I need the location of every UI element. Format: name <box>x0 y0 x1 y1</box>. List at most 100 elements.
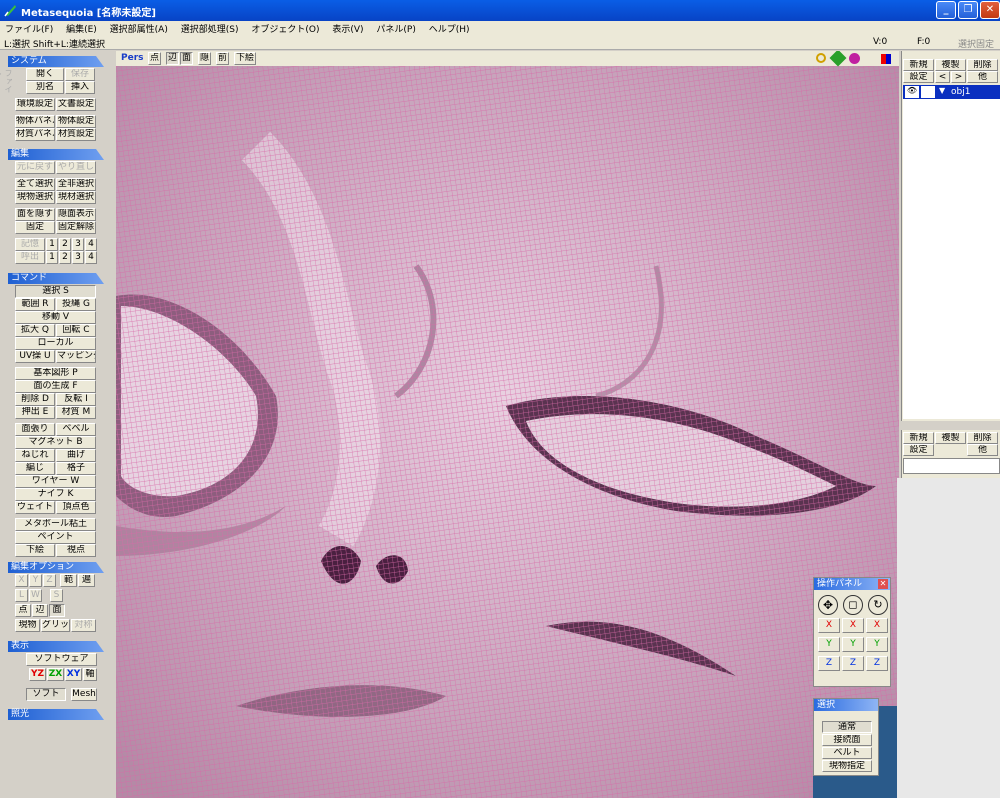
flip-tool-button[interactable]: 反転 I <box>56 393 96 406</box>
menu-attr[interactable]: 選択部属性(A) <box>105 21 173 36</box>
select-current-object-button[interactable]: 現物指定 <box>822 760 872 772</box>
current-object-button[interactable]: 現物 <box>15 619 40 632</box>
stretch-tool-button[interactable]: 面張り <box>15 423 55 436</box>
menu-object[interactable]: オブジェクト(O) <box>246 21 324 36</box>
object-duplicate-button[interactable]: 複製 <box>935 59 966 71</box>
menu-help[interactable]: ヘルプ(H) <box>424 21 475 36</box>
rotate-icon[interactable]: ↻ <box>868 595 888 615</box>
underlay-tool-button[interactable]: 下絵 <box>15 544 55 557</box>
minimize-button[interactable]: _ <box>936 1 956 19</box>
select-tool-button[interactable]: 選択 S <box>15 285 96 298</box>
select-normal-button[interactable]: 通常 <box>822 721 872 733</box>
select-current-object-button[interactable]: 現物選択 <box>15 191 55 204</box>
grid-button[interactable]: グリッド <box>41 619 70 632</box>
view-back-toggle[interactable]: 隠 <box>198 52 211 65</box>
menu-edit[interactable]: 編集(E) <box>61 21 102 36</box>
lattice-tool-button[interactable]: 格子 <box>56 462 96 475</box>
axis-button[interactable]: 軸 <box>83 668 97 681</box>
deselect-all-button[interactable]: 全非選択 <box>56 178 96 191</box>
mesh-button[interactable]: Mesh <box>71 688 97 701</box>
local-tool-button[interactable]: ローカル <box>15 337 96 350</box>
select-fix-toggle[interactable]: 選択固定 <box>958 37 994 50</box>
range-tool-button[interactable]: 範囲 R <box>15 298 55 311</box>
insert-button[interactable]: 挿入 <box>65 81 95 94</box>
material-new-button[interactable]: 新規 <box>903 432 934 444</box>
weight-tool-button[interactable]: ウェイト <box>15 501 55 514</box>
object-next-button[interactable]: > <box>951 71 966 83</box>
paint-button[interactable]: ペイント <box>15 531 96 544</box>
lasso-tool-button[interactable]: 投縄 G <box>56 298 96 311</box>
range-option-button[interactable]: 範 <box>60 574 77 587</box>
lock-x-button[interactable]: X <box>15 574 28 587</box>
quad-view-icon[interactable] <box>881 54 891 64</box>
scale-icon[interactable]: ◻ <box>843 595 863 615</box>
memory-4[interactable]: 4 <box>85 238 97 251</box>
pan-icon[interactable] <box>829 51 847 67</box>
doc-settings-button[interactable]: 文書設定 <box>56 98 96 111</box>
bend-tool-button[interactable]: 曲げ <box>56 449 96 462</box>
local-l-button[interactable]: L <box>15 589 28 602</box>
scale-x-button[interactable]: X <box>842 618 864 633</box>
knife2-tool-button[interactable]: 編じ <box>15 462 55 475</box>
material-tool-button[interactable]: 材質 M <box>56 406 96 419</box>
vertex-color-button[interactable]: 頂点色 <box>56 501 96 514</box>
symmetry-button[interactable]: 対称 <box>71 619 96 632</box>
uv-tool-button[interactable]: UV操 U <box>15 350 55 363</box>
memory-1[interactable]: 1 <box>46 238 58 251</box>
xy-view-button[interactable]: XY <box>65 668 82 681</box>
expand-icon[interactable]: ▼ <box>939 86 945 95</box>
lock-z-button[interactable]: Z <box>43 574 56 587</box>
magnet-tool-button[interactable]: マグネット B <box>15 436 96 449</box>
recall-1[interactable]: 1 <box>46 251 58 264</box>
fix-button[interactable]: 固定 <box>15 221 55 234</box>
menu-proc[interactable]: 選択部処理(S) <box>176 21 244 36</box>
view-point-toggle[interactable]: 点 <box>148 52 161 65</box>
object-prev-button[interactable]: < <box>935 71 950 83</box>
move-tool-button[interactable]: 移動 V <box>15 311 96 324</box>
mapping-tool-button[interactable]: マッピング <box>56 350 96 363</box>
wire-tool-button[interactable]: ワイヤー W <box>15 475 96 488</box>
perspective-label[interactable]: Pers <box>121 53 144 63</box>
view-underlay-toggle[interactable]: 下絵 <box>234 52 256 65</box>
select-belt-button[interactable]: ベルト <box>822 747 872 759</box>
soft-button[interactable]: ソフト <box>26 688 66 701</box>
save-button[interactable]: 保存 <box>65 68 95 81</box>
memory-3[interactable]: 3 <box>72 238 84 251</box>
object-new-button[interactable]: 新規 <box>903 59 934 71</box>
knife-tool-button[interactable]: ナイフ K <box>15 488 96 501</box>
lock-y-button[interactable]: Y <box>29 574 42 587</box>
3d-viewport[interactable]: Pers 点 辺 面 隠 前 下絵 <box>116 51 899 798</box>
face-generate-button[interactable]: 面の生成 F <box>15 380 96 393</box>
rotate-view-icon[interactable] <box>849 53 860 64</box>
render-software-button[interactable]: ソフトウェア <box>26 653 97 666</box>
view-face-toggle[interactable]: 面 <box>180 52 193 65</box>
view-edge-toggle[interactable]: 辺 <box>166 52 179 65</box>
select-all-button[interactable]: 全て選択 <box>15 178 55 191</box>
bevel-tool-button[interactable]: ベベル <box>56 423 96 436</box>
recall-label[interactable]: 呼出 <box>15 251 45 264</box>
rotate-y-button[interactable]: Y <box>866 637 888 652</box>
move-z-button[interactable]: Z <box>818 656 840 671</box>
metaball-button[interactable]: メタボール粘土 <box>15 518 96 531</box>
open-button[interactable]: 開く <box>26 68 64 81</box>
move-y-button[interactable]: Y <box>818 637 840 652</box>
scale-tool-button[interactable]: 拡大 Q <box>15 324 55 337</box>
view-front-toggle[interactable]: 前 <box>216 52 229 65</box>
extrude-tool-button[interactable]: 押出 E <box>15 406 55 419</box>
zoom-icon[interactable] <box>816 53 826 63</box>
rotate-tool-button[interactable]: 回転 C <box>56 324 96 337</box>
object-row[interactable]: 👁 ▼ obj1 <box>903 85 1000 99</box>
lock-icon[interactable] <box>921 86 935 98</box>
env-settings-button[interactable]: 環境設定 <box>15 98 55 111</box>
select-connected-button[interactable]: 接続面 <box>822 734 872 746</box>
menu-panel[interactable]: パネル(P) <box>371 21 420 36</box>
yz-view-button[interactable]: YZ <box>29 668 46 681</box>
screen-s-button[interactable]: S <box>50 589 63 602</box>
object-panel-button[interactable]: 物体パネル <box>15 115 55 128</box>
memory-label[interactable]: 記憶 <box>15 238 45 251</box>
viewpoint-tool-button[interactable]: 視点 <box>56 544 96 557</box>
material-duplicate-button[interactable]: 複製 <box>935 432 966 444</box>
edge-mode-button[interactable]: 辺 <box>32 604 48 617</box>
object-delete-button[interactable]: 削除 <box>967 59 998 71</box>
recall-3[interactable]: 3 <box>72 251 84 264</box>
